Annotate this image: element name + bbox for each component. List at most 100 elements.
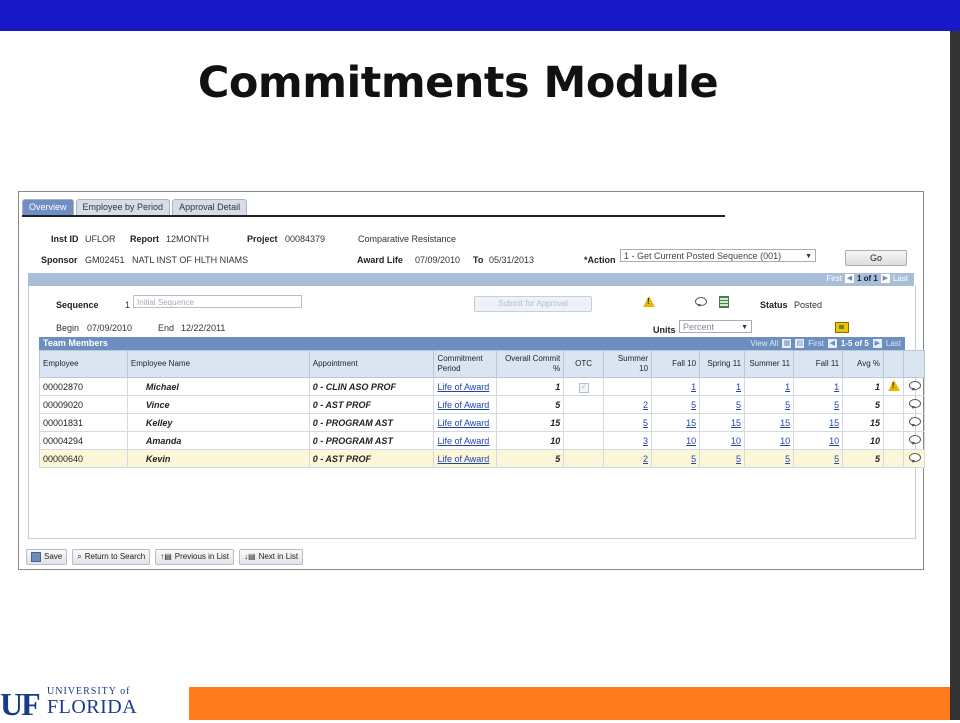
column-header[interactable]: OTC bbox=[563, 350, 605, 378]
footer-orange-bar bbox=[189, 687, 950, 720]
warning-cell bbox=[882, 395, 905, 414]
fall11-link[interactable]: 5 bbox=[834, 400, 839, 410]
grid-first-link[interactable]: First bbox=[808, 337, 824, 350]
search-icon: ⌕ bbox=[77, 552, 82, 561]
column-header[interactable]: Employee Name bbox=[126, 350, 310, 378]
comment-icon[interactable] bbox=[909, 435, 922, 445]
tab-employee-by-period[interactable]: Employee by Period bbox=[75, 199, 171, 215]
fall11-link[interactable]: 15 bbox=[829, 418, 839, 428]
seq-last-link[interactable]: Last bbox=[893, 274, 908, 283]
fall10-link[interactable]: 15 bbox=[686, 418, 696, 428]
fall10-link[interactable]: 10 bbox=[686, 436, 696, 446]
fall11-link[interactable]: 10 bbox=[829, 436, 839, 446]
column-header[interactable]: Appointment bbox=[308, 350, 435, 378]
end-date: 12/22/2011 bbox=[181, 323, 226, 333]
fall11-link[interactable]: 1 bbox=[834, 382, 839, 392]
action-select[interactable]: 1 - Get Current Posted Sequence (001) ▼ bbox=[620, 249, 816, 262]
slide-title: Commitments Module bbox=[197, 58, 719, 108]
comment-icon[interactable] bbox=[909, 399, 922, 409]
prev-arrow-icon[interactable]: ◀ bbox=[844, 274, 854, 283]
spring11-link[interactable]: 5 bbox=[736, 400, 741, 410]
comment-icon[interactable] bbox=[909, 381, 922, 391]
grid-last-link[interactable]: Last bbox=[886, 337, 901, 350]
column-header[interactable]: Spring 11 bbox=[699, 350, 746, 378]
fall11-link[interactable]: 5 bbox=[834, 454, 839, 464]
status-value: Posted bbox=[794, 300, 823, 310]
column-header[interactable]: Summer 10 bbox=[603, 350, 653, 378]
summer10-link[interactable]: 2 bbox=[643, 454, 648, 464]
commitment-period-link[interactable]: Life of Award bbox=[437, 418, 489, 428]
return-to-search-button[interactable]: ⌕ Return to Search bbox=[72, 549, 151, 565]
employee-id: 00000640 bbox=[39, 449, 128, 468]
next-arrow-icon[interactable]: ▶ bbox=[872, 339, 882, 348]
award-life-label: Award Life bbox=[357, 255, 403, 265]
commitment-period-link[interactable]: Life of Award bbox=[437, 436, 489, 446]
commitment-period-link[interactable]: Life of Award bbox=[437, 382, 489, 392]
team-members-title: Team Members bbox=[43, 338, 108, 348]
column-header[interactable]: Commitment Period bbox=[433, 350, 497, 378]
tab-overview[interactable]: Overview bbox=[22, 199, 74, 215]
column-header[interactable]: Summer 11 bbox=[744, 350, 795, 378]
otc-checkbox[interactable]: ✓ bbox=[578, 382, 589, 393]
fall10-link[interactable]: 1 bbox=[691, 382, 696, 392]
project-label: Project bbox=[247, 234, 278, 244]
folder-icon[interactable] bbox=[835, 322, 849, 333]
summer10-link[interactable]: 3 bbox=[643, 436, 648, 446]
project-value: 00084379 bbox=[285, 234, 326, 244]
previous-in-list-button[interactable]: ↑▤ Previous in List bbox=[155, 549, 235, 565]
column-header[interactable]: Employee bbox=[39, 350, 128, 378]
avg-percent: 10 bbox=[842, 431, 884, 450]
summer11-link[interactable]: 5 bbox=[785, 400, 790, 410]
column-header[interactable]: Overall Commit % bbox=[495, 350, 565, 378]
download-icon[interactable]: ▤ bbox=[795, 339, 805, 348]
summer11-link[interactable]: 5 bbox=[785, 454, 790, 464]
seq-first-link[interactable]: First bbox=[826, 274, 842, 283]
next-arrow-icon[interactable]: ▶ bbox=[880, 274, 890, 283]
commitment-period-link[interactable]: Life of Award bbox=[437, 454, 489, 464]
summer11-link[interactable]: 15 bbox=[780, 418, 790, 428]
comment-icon[interactable] bbox=[695, 297, 707, 307]
project-description: Comparative Resistance bbox=[358, 234, 457, 244]
column-header-blank bbox=[882, 350, 905, 378]
prev-arrow-icon[interactable]: ◀ bbox=[827, 339, 837, 348]
overall-commit: 1 bbox=[495, 377, 565, 396]
summer11-link[interactable]: 10 bbox=[780, 436, 790, 446]
tab-approval-detail[interactable]: Approval Detail bbox=[172, 199, 248, 215]
fall10-link[interactable]: 5 bbox=[691, 454, 696, 464]
comment-icon[interactable] bbox=[909, 417, 922, 427]
sponsor-label: Sponsor bbox=[41, 255, 78, 265]
column-header[interactable]: Avg % bbox=[842, 350, 884, 378]
overall-commit: 10 bbox=[495, 431, 565, 450]
zoom-grid-icon[interactable]: ▦ bbox=[782, 339, 792, 348]
summer10-link[interactable]: 5 bbox=[643, 418, 648, 428]
units-select[interactable]: Percent ▼ bbox=[679, 320, 752, 333]
next-in-list-button[interactable]: ↓▤ Next in List bbox=[239, 549, 304, 565]
spring11-link[interactable]: 5 bbox=[736, 454, 741, 464]
comment-icon[interactable] bbox=[909, 453, 922, 463]
otc-cell bbox=[563, 449, 605, 468]
sponsor-id: GM02451 bbox=[85, 255, 125, 265]
submit-for-approval-button[interactable]: Submit for Approval bbox=[474, 296, 592, 312]
employee-name: Amanda bbox=[126, 431, 310, 450]
commitment-period-link[interactable]: Life of Award bbox=[437, 400, 489, 410]
spring11-link[interactable]: 10 bbox=[731, 436, 741, 446]
employee-id: 00009020 bbox=[39, 395, 128, 414]
spring11-link[interactable]: 15 bbox=[731, 418, 741, 428]
top-blue-bar bbox=[0, 0, 960, 31]
table-row: 00002870 Michael 0 - CLIN ASO PROF Life … bbox=[39, 377, 925, 396]
save-button[interactable]: Save bbox=[26, 549, 68, 565]
summer11-link[interactable]: 1 bbox=[785, 382, 790, 392]
column-header[interactable]: Fall 11 bbox=[793, 350, 844, 378]
go-button[interactable]: Go bbox=[845, 250, 907, 266]
action-select-value: 1 - Get Current Posted Sequence (001) bbox=[624, 251, 782, 261]
next-label: Next in List bbox=[258, 552, 299, 561]
spreadsheet-icon[interactable] bbox=[719, 296, 729, 308]
page-button-bar: Save ⌕ Return to Search ↑▤ Previous in Lis… bbox=[26, 549, 304, 565]
view-all-link[interactable]: View All bbox=[750, 337, 778, 350]
spring11-link[interactable]: 1 bbox=[736, 382, 741, 392]
sequence-description-input[interactable]: Initial Sequence bbox=[133, 295, 302, 308]
column-header[interactable]: Fall 10 bbox=[651, 350, 701, 378]
warning-icon bbox=[643, 296, 655, 307]
fall10-link[interactable]: 5 bbox=[691, 400, 696, 410]
summer10-link[interactable]: 2 bbox=[643, 400, 648, 410]
